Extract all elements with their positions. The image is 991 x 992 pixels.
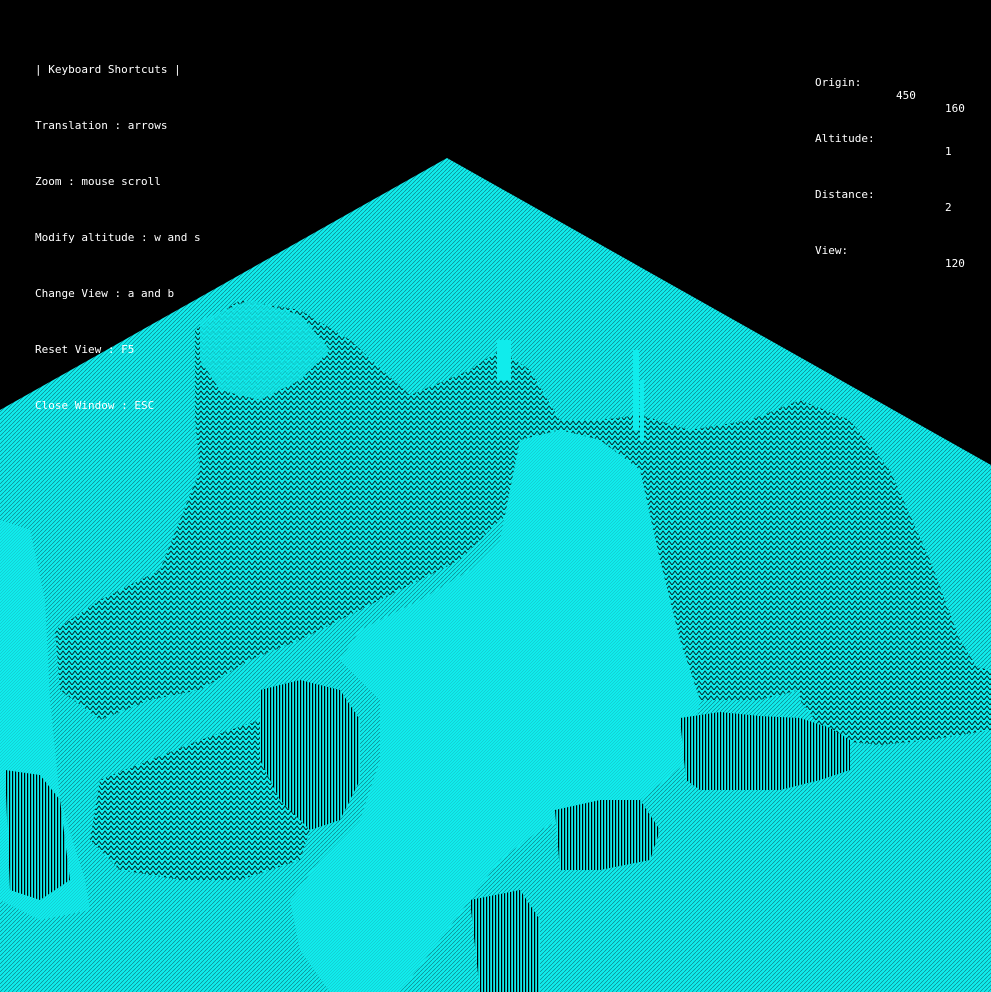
keyboard-shortcuts-panel: | Keyboard Shortcuts | Translation : arr… — [35, 37, 201, 455]
view-row: View: 120 — [815, 231, 985, 270]
shortcut-zoom: Zoom : mouse scroll — [35, 175, 161, 188]
terrain-cliff-center — [555, 800, 660, 870]
shortcut-translation: Translation : arrows — [35, 119, 168, 132]
origin-x-value: 450 — [896, 89, 916, 102]
terrain-spike-2 — [640, 380, 644, 440]
view-value: 120 — [945, 257, 965, 270]
shortcut-close-window: Close Window : ESC — [35, 399, 155, 412]
origin-row: Origin: 450 160 — [815, 63, 985, 115]
altitude-value: 1 — [945, 145, 952, 158]
origin-label: Origin: — [815, 76, 862, 89]
shortcut-reset-view: Reset View : F5 — [35, 343, 135, 356]
terrain-spike-3 — [497, 340, 511, 380]
shortcut-altitude: Modify altitude : w and s — [35, 231, 201, 244]
origin-y-value: 160 — [945, 102, 965, 115]
terrain-cliff-lower — [470, 890, 540, 992]
view-parameters-panel: Origin: 450 160 Altitude: 1 Distance: 2 … — [815, 37, 985, 287]
altitude-label: Altitude: — [815, 132, 875, 145]
fdf-viewport[interactable]: | Keyboard Shortcuts | Translation : arr… — [0, 0, 991, 992]
distance-value: 2 — [945, 201, 952, 214]
terrain-spike-1 — [633, 350, 639, 430]
shortcuts-title: | Keyboard Shortcuts | — [35, 63, 181, 76]
view-label: View: — [815, 244, 849, 257]
shortcut-change-view: Change View : a and b — [35, 287, 175, 300]
distance-label: Distance: — [815, 188, 875, 201]
altitude-row: Altitude: 1 — [815, 119, 985, 158]
distance-row: Distance: 2 — [815, 175, 985, 214]
